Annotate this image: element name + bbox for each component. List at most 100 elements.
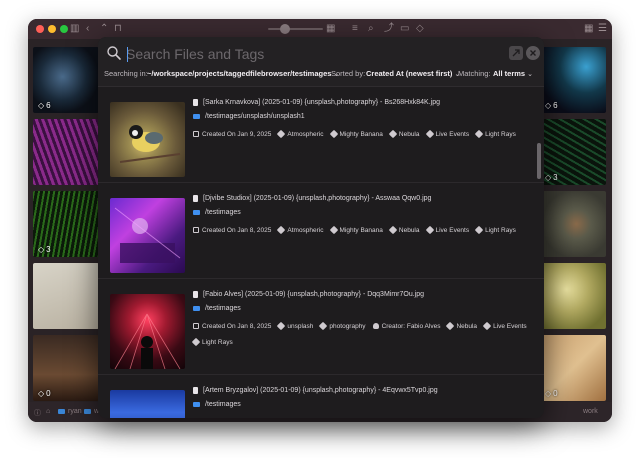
result-item[interactable]: [Fabio Alves] (2025-01-09) {unsplash,pho…: [98, 279, 544, 375]
minimize-window-button[interactable]: [48, 25, 56, 33]
concert-image: [114, 313, 181, 369]
result-title: [Sarka Krnavkova] (2025-01-09) {unsplash…: [193, 99, 440, 106]
search-input[interactable]: [126, 44, 486, 64]
tag-icon: [474, 225, 484, 235]
search-results[interactable]: [Sarka Krnavkova] (2025-01-09) {unsplash…: [98, 87, 544, 418]
tag-chip[interactable]: Live Events: [425, 225, 469, 235]
back-chevron-icon[interactable]: ‹: [86, 22, 89, 36]
tag-chip[interactable]: Live Events: [425, 129, 469, 139]
creator-chip[interactable]: Creator: Fabio Alves: [372, 321, 440, 331]
grid-size-icon[interactable]: ▦: [326, 22, 335, 36]
tag-icon: [446, 321, 455, 331]
up-chevron-icon[interactable]: ⌃: [100, 22, 108, 36]
tag-chip[interactable]: Mighty Banana: [329, 225, 383, 235]
folder-icon[interactable]: ▭: [400, 22, 409, 36]
search-icon[interactable]: ⌕: [368, 22, 374, 36]
tag-icon: ◇: [38, 389, 45, 398]
tag-icon: ◇: [545, 389, 552, 398]
bookmark-icon[interactable]: ⊓: [114, 22, 122, 36]
result-thumbnail[interactable]: [110, 198, 185, 273]
zoom-slider[interactable]: [268, 28, 323, 30]
share-icon[interactable]: ⤴: [384, 22, 394, 36]
expand-button[interactable]: [509, 46, 523, 60]
breadcrumb-ryan[interactable]: ryan: [58, 408, 82, 415]
search-dialog: Searching in: ~/workspace/projects/tagge…: [98, 37, 544, 418]
sidebar-toggle-icon[interactable]: ▥: [70, 22, 79, 36]
tag-chip[interactable]: Nebula: [388, 129, 420, 139]
zoom-slider-knob[interactable]: [280, 24, 290, 34]
folder-icon: [193, 402, 200, 407]
result-item[interactable]: [Djvibe Studiox] (2025-01-09) {unsplash,…: [98, 183, 544, 279]
info-icon[interactable]: ⓘ: [34, 408, 41, 418]
bird-image: [119, 125, 181, 163]
close-window-button[interactable]: [36, 25, 44, 33]
result-path[interactable]: /testimages/unsplash/unsplash1: [193, 113, 305, 120]
gallery-thumbnail[interactable]: [540, 263, 606, 329]
result-thumbnail[interactable]: [110, 390, 185, 418]
database-icon[interactable]: ≡: [352, 22, 358, 36]
dj-image: [114, 207, 181, 263]
gallery-thumbnail[interactable]: [33, 119, 99, 185]
close-dialog-button[interactable]: [526, 46, 540, 60]
result-item[interactable]: [Artem Bryzgalov] (2025-01-09) {unsplash…: [98, 375, 544, 418]
tag-chip[interactable]: Atmospheric: [277, 225, 324, 235]
list-view-icon[interactable]: ☰: [598, 22, 607, 36]
tag-chip[interactable]: Nebula: [388, 225, 420, 235]
results-scrollbar[interactable]: [537, 143, 541, 179]
result-path[interactable]: /testimages: [193, 305, 241, 312]
gallery-thumbnail[interactable]: ◇ 0: [33, 335, 99, 401]
gallery-thumbnail[interactable]: [33, 263, 99, 329]
tag-list: Created On Jan 8, 2025 Atmospheric Might…: [193, 225, 528, 235]
tag-icon: [277, 225, 286, 235]
tag-icon: ◇: [545, 101, 552, 110]
tag-icon: [474, 129, 484, 139]
tag-chip[interactable]: photography: [319, 321, 366, 331]
gallery-thumbnail[interactable]: ◇ 3: [540, 119, 606, 185]
tag-chip[interactable]: Nebula: [446, 321, 477, 331]
tag-icon: [319, 321, 328, 331]
folder-icon: [193, 210, 200, 215]
gallery-thumbnail[interactable]: ◇ 6: [540, 47, 606, 113]
tag-icon: ◇: [38, 245, 45, 254]
tag-chip[interactable]: Light Rays: [474, 225, 516, 235]
gallery-thumbnail[interactable]: ◇ 3: [33, 191, 99, 257]
tag-count-badge: ◇ 6: [38, 101, 51, 110]
tag-list: Created On Jan 9, 2025 Atmospheric Might…: [193, 129, 528, 139]
sorted-by-label: Sorted by:: [331, 69, 366, 78]
result-thumbnail[interactable]: [110, 294, 185, 369]
result-path[interactable]: /testimages: [193, 401, 241, 408]
tag-chip[interactable]: Light Rays: [474, 129, 516, 139]
result-item[interactable]: [Sarka Krnavkova] (2025-01-09) {unsplash…: [98, 87, 544, 183]
created-date: Created On Jan 8, 2025: [193, 321, 271, 331]
expand-icon: [512, 49, 520, 57]
result-path[interactable]: /testimages: [193, 209, 241, 216]
gallery-thumbnail[interactable]: [540, 191, 606, 257]
gallery-thumbnail[interactable]: ◇ 0: [540, 335, 606, 401]
tag-icon: [329, 225, 338, 235]
grid-view-icon[interactable]: ▦: [584, 22, 593, 36]
tag-chip[interactable]: Live Events: [482, 321, 527, 331]
sort-value: Created At (newest first): [366, 69, 453, 78]
gallery-thumbnail[interactable]: ◇ 6: [33, 47, 99, 113]
tag-chip[interactable]: Atmospheric: [277, 129, 324, 139]
zoom-window-button[interactable]: [60, 25, 68, 33]
user-icon: [372, 323, 379, 329]
tag-chip[interactable]: unsplash: [277, 321, 313, 331]
search-path-value: ~/workspace/projects/taggedfilebrowser/t…: [147, 69, 332, 78]
tag-icon: [329, 129, 338, 139]
created-date: Created On Jan 8, 2025: [193, 225, 271, 235]
matching-dropdown[interactable]: All terms ⌄: [493, 69, 533, 78]
tag-icon[interactable]: ◇: [416, 22, 424, 36]
matching-value: All terms: [493, 69, 526, 78]
sort-dropdown[interactable]: Created At (newest first) ⌄: [366, 69, 460, 78]
folder-icon: [58, 409, 65, 414]
search-icon: [107, 46, 121, 60]
calendar-icon: [193, 131, 199, 137]
searching-in-label: Searching in:: [104, 69, 148, 78]
result-thumbnail[interactable]: [110, 102, 185, 177]
tag-chip[interactable]: Mighty Banana: [329, 129, 383, 139]
tag-icon: [191, 337, 201, 347]
text-caret: [127, 47, 128, 62]
search-path-dropdown[interactable]: ~/workspace/projects/taggedfilebrowser/t…: [147, 69, 339, 78]
tag-chip[interactable]: Light Rays: [191, 337, 233, 347]
